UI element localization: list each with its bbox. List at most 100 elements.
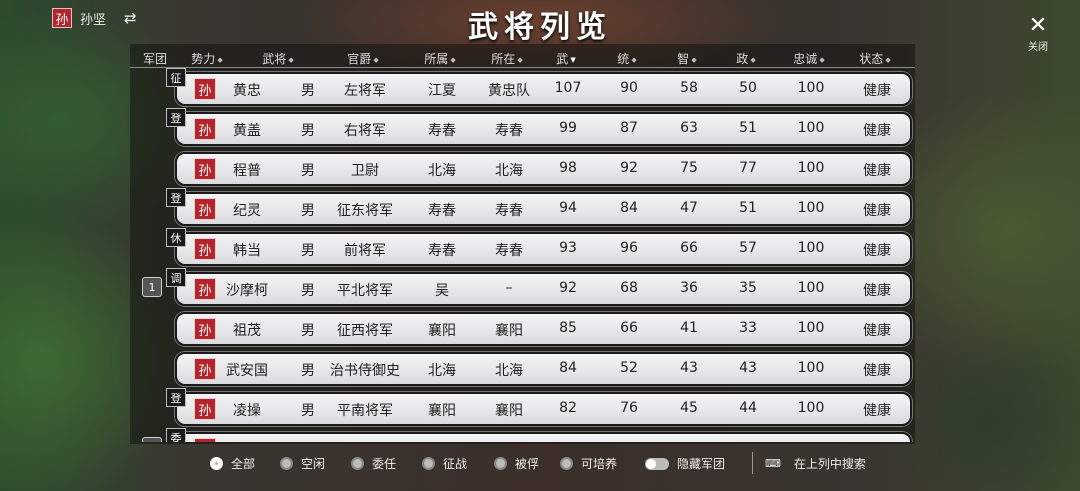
int-cell: 66 [680, 240, 698, 256]
table-row[interactable]: 孙 [175, 432, 912, 442]
rank-cell: 前将军 [344, 243, 386, 259]
sex-cell: 男 [301, 123, 315, 139]
loyalty-cell: 100 [797, 320, 825, 336]
lead-cell: 87 [620, 120, 638, 136]
radio-icon [560, 457, 573, 470]
status-cell: 健康 [863, 243, 891, 259]
pol-cell: 44 [739, 400, 757, 416]
table-row[interactable]: 孙 凌操 男 平南将军 襄阳 襄阳 82 76 45 44 100 健康 [175, 392, 912, 426]
filter-bar: 全部 空闲 委任 征战 被俘 可培养 隐藏军团 ⌨ 在上列中搜索 [0, 452, 1080, 478]
sex-cell: 男 [301, 203, 315, 219]
status-cell: 健康 [863, 83, 891, 99]
table-row[interactable]: 孙 黄盖 男 右将军 寿春 寿春 99 87 63 51 100 健康 [175, 112, 912, 146]
sex-cell: 男 [301, 363, 315, 379]
rank-cell: 左将军 [344, 83, 386, 99]
status-cell: 健康 [863, 323, 891, 339]
hide-corps-toggle[interactable]: 隐藏军团 [645, 455, 725, 472]
faction-seal: 孙 [194, 78, 216, 100]
faction-seal: 孙 [194, 158, 216, 180]
status-badge: 征 [166, 68, 186, 87]
search-in-list-button[interactable]: ⌨ 在上列中搜索 [765, 455, 866, 472]
table-row[interactable]: 孙 纪灵 男 征东将军 寿春 寿春 94 84 47 51 100 健康 [175, 192, 912, 226]
lead-cell: 76 [620, 400, 638, 416]
name-cell: 祖茂 [233, 323, 261, 339]
war-cell: 92 [559, 280, 577, 296]
name-cell: 沙摩柯 [226, 283, 268, 299]
keyboard-icon: ⌨ [765, 457, 781, 470]
filter-all[interactable]: 全部 [210, 455, 255, 472]
table-row[interactable]: 孙 程普 男 卫尉 北海 北海 98 92 75 77 100 健康 [175, 152, 912, 186]
rank-cell: 右将军 [344, 123, 386, 139]
int-cell: 58 [680, 80, 698, 96]
table-row[interactable]: 孙 祖茂 男 征西将军 襄阳 襄阳 85 66 41 33 100 健康 [175, 312, 912, 346]
war-cell: 82 [559, 400, 577, 416]
war-cell: 94 [559, 200, 577, 216]
sex-cell: 男 [301, 283, 315, 299]
war-cell: 99 [559, 120, 577, 136]
table-row[interactable]: 孙沙摩柯 男 平北将军 吴 – 92 68 36 35 100 健康 [175, 272, 912, 306]
int-cell: 45 [680, 400, 698, 416]
pol-cell: 77 [739, 160, 757, 176]
war-cell: 85 [559, 320, 577, 336]
rank-cell: 治书侍御史 [330, 363, 400, 379]
int-cell: 41 [680, 320, 698, 336]
location-cell: 黄忠队 [488, 83, 530, 99]
status-cell: 健康 [863, 283, 891, 299]
loyalty-cell: 100 [797, 120, 825, 136]
table-row[interactable]: 孙武安国 男治书侍御史 北海 北海 84 52 43 43 100 健康 [175, 352, 912, 386]
loyalty-cell: 100 [797, 400, 825, 416]
loyalty-cell: 100 [797, 80, 825, 96]
radio-icon [210, 457, 223, 470]
status-cell: 健康 [863, 163, 891, 179]
sex-cell: 男 [301, 403, 315, 419]
int-cell: 75 [680, 160, 698, 176]
war-cell: 98 [559, 160, 577, 176]
filter-campaign[interactable]: 征战 [422, 455, 467, 472]
faction-seal: 孙 [194, 358, 216, 380]
filter-idle[interactable]: 空闲 [280, 455, 325, 472]
war-cell: 93 [559, 240, 577, 256]
status-badge: 委 [166, 428, 186, 442]
status-badge: 登 [166, 108, 186, 127]
filter-trainable[interactable]: 可培养 [560, 455, 617, 472]
lead-cell: 92 [620, 160, 638, 176]
table-row[interactable]: 孙 黄忠 男 左将军 江夏 黄忠队 107 90 58 50 100 健康 [175, 72, 912, 106]
pol-cell: 50 [739, 80, 757, 96]
rank-cell: 征西将军 [337, 323, 393, 339]
name-cell: 凌操 [233, 403, 261, 419]
status-badge: 休 [166, 228, 186, 247]
name-cell: 黄盖 [233, 123, 261, 139]
corps-number-badge[interactable]: 1 [142, 277, 162, 297]
pol-cell: 43 [739, 360, 757, 376]
officer-list[interactable]: 孙黄忠男左将军 江夏 黄忠队 107 90 58 50 100 健康征孙黄盖男右将军 寿春 寿春 99… [0, 0, 1080, 442]
lead-cell: 52 [620, 360, 638, 376]
corps-number-badge[interactable] [142, 437, 162, 442]
int-cell: 36 [680, 280, 698, 296]
status-cell: 健康 [863, 363, 891, 379]
pol-cell: 51 [739, 120, 757, 136]
filter-captured[interactable]: 被俘 [494, 455, 539, 472]
location-cell: 北海 [495, 163, 523, 179]
pol-cell: 35 [739, 280, 757, 296]
loyalty-cell: 100 [797, 360, 825, 376]
location-cell: 北海 [495, 363, 523, 379]
faction-seal: 孙 [194, 198, 216, 220]
sex-cell: 男 [301, 83, 315, 99]
loyalty-cell: 100 [797, 200, 825, 216]
rank-cell: 卫尉 [351, 163, 379, 179]
lead-cell: 68 [620, 280, 638, 296]
belong-cell: 襄阳 [428, 323, 456, 339]
footer-divider [752, 452, 753, 474]
rank-cell: 平南将军 [337, 403, 393, 419]
radio-icon [422, 457, 435, 470]
war-cell: 107 [554, 80, 582, 96]
filter-delegated[interactable]: 委任 [351, 455, 396, 472]
lead-cell: 66 [620, 320, 638, 336]
radio-icon [351, 457, 364, 470]
belong-cell: 寿春 [428, 203, 456, 219]
table-row[interactable]: 孙 韩当 男 前将军 寿春 寿春 93 96 66 57 100 健康 [175, 232, 912, 266]
pol-cell: 33 [739, 320, 757, 336]
status-cell: 健康 [863, 123, 891, 139]
loyalty-cell: 100 [797, 240, 825, 256]
int-cell: 63 [680, 120, 698, 136]
